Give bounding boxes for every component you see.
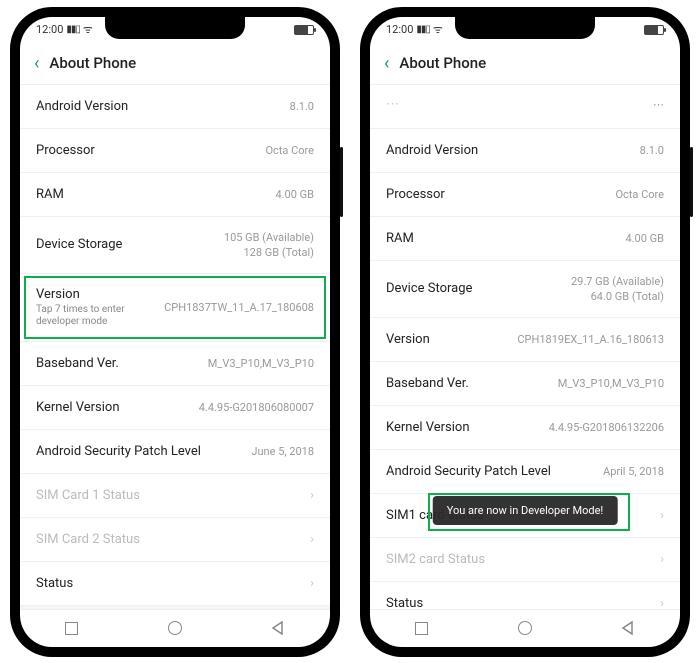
list-item-partial[interactable]: ⋯ ⋯ [370,85,680,129]
row-label: Baseband Ver. [386,376,469,391]
list-item[interactable]: Android Security Patch Level April 5, 201… [370,450,680,494]
row-label: Version [36,287,164,302]
row-label: Processor [386,187,445,202]
cellular-icon: ▮▮▯ [66,24,80,35]
chevron-right-icon: › [310,532,314,547]
list-item[interactable]: Android Security Patch Level June 5, 2018 [20,430,330,474]
nav-home[interactable] [516,619,534,637]
list-item[interactable]: Kernel Version 4.4.95-G201806080007 [20,386,330,430]
page-title: About Phone [49,54,136,72]
row-label: RAM [386,231,414,246]
row-label: SIM2 card Status [386,552,485,567]
battery-icon [294,25,314,35]
list-item[interactable]: Baseband Ver. M_V3_P10,M_V3_P10 [20,342,330,386]
list-item[interactable]: Android Version 8.1.0 [370,129,680,173]
notch [455,17,595,39]
cellular-icon: ▮▮▯ [416,24,430,35]
list-item[interactable]: RAM 4.00 GB [370,217,680,261]
row-value: 105 GB (Available)128 GB (Total) [224,230,314,261]
page-title: About Phone [399,54,486,72]
row-label: Android Version [36,99,128,114]
row-label: SIM Card 1 Status [36,488,140,503]
wifi-icon: ᯤ [433,22,443,37]
list-item[interactable]: Processor Octa Core [370,173,680,217]
list-item[interactable]: Android Version 8.1.0 [20,85,330,129]
row-value: M_V3_P10,M_V3_P10 [558,377,664,390]
nav-bar [20,609,330,647]
row-value: Octa Core [265,144,314,157]
settings-list-left[interactable]: Android Version 8.1.0 Processor Octa Core RA… [20,85,330,609]
row-value: June 5, 2018 [251,445,314,458]
list-item[interactable]: Kernel Version 4.4.95-G201806132206 [370,406,680,450]
row-value: M_V3_P10,M_V3_P10 [208,357,314,370]
header: ‹ About Phone [20,43,330,85]
chevron-right-icon: › [310,488,314,503]
row-label: Device Storage [386,281,472,296]
list-item[interactable]: SIM2 card Status › [370,538,680,582]
status-time: 12:00 [36,23,63,36]
phone-right: 12:00 ▮▮▯ ᯤ ‹ About Phone ⋯ ⋯ Android Ve… [360,7,690,657]
row-label: Device Storage [36,237,122,252]
row-value: 29.7 GB (Available)64.0 GB (Total) [571,274,664,305]
header: ‹ About Phone [370,43,680,85]
back-button[interactable]: ‹ [34,53,39,74]
list-item[interactable]: SIM Card 1 Status › [20,474,330,518]
row-value: 4.00 GB [275,188,314,201]
nav-recent[interactable] [63,619,81,637]
screen-left: 12:00 ▮▮▯ ᯤ ‹ About Phone Android Versio… [20,17,330,647]
list-item[interactable]: Status › [20,562,330,606]
row-value: Octa Core [615,188,664,201]
row-value: 8.1.0 [290,100,314,113]
row-label: Android Security Patch Level [36,444,201,459]
row-label: Android Security Patch Level [386,464,551,479]
row-label: SIM Card 2 Status [36,532,140,547]
list-item[interactable]: Version CPH1819EX_11_A.16_180613 [370,318,680,362]
chevron-right-icon: › [660,596,664,608]
status-time: 12:00 [386,23,413,36]
nav-home[interactable] [166,619,184,637]
nav-bar [370,609,680,647]
row-value: 4.00 GB [625,232,664,245]
battery-icon [644,25,664,35]
chevron-right-icon: › [660,508,664,523]
partial-value: ⋯ [653,98,664,111]
nav-back[interactable] [269,619,287,637]
chevron-right-icon: › [310,576,314,591]
row-label: Processor [36,143,95,158]
row-label: Status [386,596,423,608]
list-item[interactable]: Status › [370,582,680,608]
screen-right: 12:00 ▮▮▯ ᯤ ‹ About Phone ⋯ ⋯ Android Ve… [370,17,680,647]
row-value: 8.1.0 [640,144,664,157]
row-label: Kernel Version [386,420,470,435]
list-item[interactable]: Version Tap 7 times to enter developer mo… [20,274,330,342]
row-value: CPH1819EX_11_A.16_180613 [517,333,664,346]
back-button[interactable]: ‹ [384,53,389,74]
wifi-icon: ᯤ [83,22,93,37]
settings-list-right[interactable]: ⋯ ⋯ Android Version 8.1.0 Processor Octa Co… [370,85,680,609]
row-sublabel: Tap 7 times to enter developer mode [36,304,164,328]
developer-mode-toast: You are now in Developer Mode! [433,496,618,525]
list-item[interactable]: Processor Octa Core [20,129,330,173]
chevron-right-icon: › [660,552,664,567]
list-item[interactable]: Device Storage 29.7 GB (Available)64.0 GB… [370,261,680,319]
nav-back[interactable] [619,619,637,637]
partial-label: ⋯ [386,97,399,112]
row-value: 4.4.95-G201806132206 [549,421,664,434]
list-item[interactable]: Device Storage 105 GB (Available)128 GB (… [20,217,330,275]
row-label: Baseband Ver. [36,356,119,371]
notch [105,17,245,39]
list-item[interactable]: SIM Card 2 Status › [20,518,330,562]
row-label: Status [36,576,73,591]
row-label: Android Version [386,143,478,158]
row-label: RAM [36,187,64,202]
list-item[interactable]: RAM 4.00 GB [20,173,330,217]
list-item[interactable]: Baseband Ver. M_V3_P10,M_V3_P10 [370,362,680,406]
row-label: Version [386,332,430,347]
phone-left: 12:00 ▮▮▯ ᯤ ‹ About Phone Android Versio… [10,7,340,657]
nav-recent[interactable] [413,619,431,637]
row-value: CPH1837TW_11_A.17_180608 [164,301,314,314]
row-value: 4.4.95-G201806080007 [199,401,314,414]
row-value: April 5, 2018 [603,465,664,478]
row-label: Kernel Version [36,400,120,415]
